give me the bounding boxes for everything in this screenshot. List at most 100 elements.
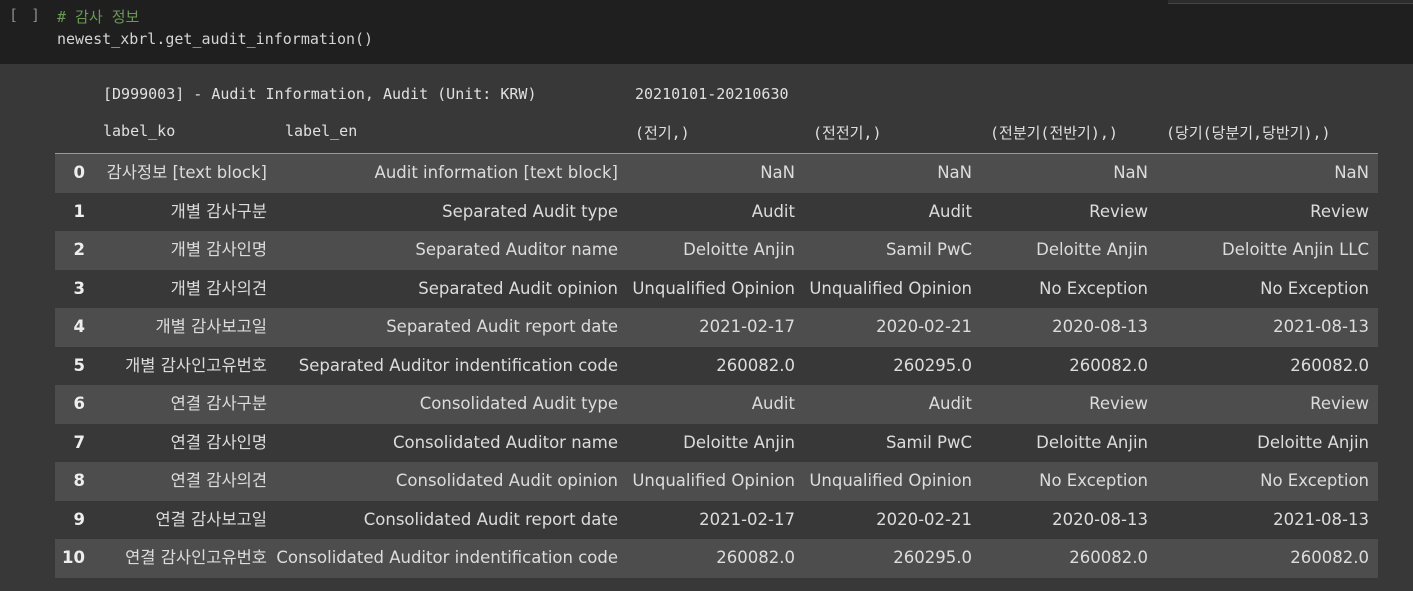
value-cell-prev: 2021-02-17 bbox=[699, 317, 795, 336]
table-row: 3 개별 감사의견 Separated Audit opinion Unqualifi… bbox=[55, 269, 1378, 308]
table-row: 1 개별 감사구분 Separated Audit type Audit Audit Re… bbox=[55, 192, 1378, 231]
table-row: 7 연결 감사인명 Consolidated Auditor name Deloitt… bbox=[55, 423, 1378, 462]
value-cell-prev-prev: Unqualified Opinion bbox=[809, 471, 972, 490]
value-cell-current: Deloitte Anjin LLC bbox=[1222, 240, 1369, 259]
table-row: 5 개별 감사인고유번호 Separated Auditor indentifica… bbox=[55, 346, 1378, 385]
value-cell-prev-quarter: 260082.0 bbox=[1069, 548, 1148, 567]
value-cell-prev-prev: 260295.0 bbox=[893, 548, 972, 567]
label-en-cell: Separated Audit report date bbox=[386, 317, 618, 336]
value-cell-prev-quarter: No Exception bbox=[1039, 278, 1148, 298]
audit-table: 0 감사정보 [text block] Audit information [tex… bbox=[55, 153, 1378, 578]
label-ko-cell: 연결 감사구분 bbox=[170, 394, 267, 413]
value-cell-prev-quarter: No Exception bbox=[1039, 471, 1148, 490]
value-cell-current: No Exception bbox=[1260, 471, 1369, 490]
value-cell-prev: 260082.0 bbox=[716, 548, 795, 567]
row-index: 8 bbox=[73, 471, 85, 490]
table-body: 0 감사정보 [text block] Audit information [tex… bbox=[55, 154, 1378, 578]
value-cell-current: Review bbox=[1310, 394, 1369, 413]
cell-output: [D999003] - Audit Information, Audit (Un… bbox=[0, 64, 1413, 591]
label-ko-cell: 연결 감사인명 bbox=[170, 432, 267, 452]
label-en-cell: Separated Audit opinion bbox=[418, 278, 618, 298]
label-en-cell: Audit information [text block] bbox=[374, 163, 618, 182]
output-title: [D999003] - Audit Information, Audit (Un… bbox=[103, 85, 537, 103]
column-header-prev-quarter: (전분기(전반기),) bbox=[990, 124, 1118, 142]
label-ko-cell: 개별 감사보고일 bbox=[155, 317, 267, 336]
row-index: 10 bbox=[62, 548, 85, 567]
row-index: 5 bbox=[73, 355, 85, 375]
value-cell-current: 2021-08-13 bbox=[1273, 509, 1369, 529]
row-index: 9 bbox=[73, 509, 85, 529]
label-ko-cell: 개별 감사구분 bbox=[170, 201, 267, 221]
value-cell-current: Review bbox=[1310, 201, 1369, 221]
value-cell-prev: Deloitte Anjin bbox=[683, 240, 795, 259]
code-call[interactable]: newest_xbrl.get_audit_information() bbox=[57, 30, 373, 48]
row-index: 2 bbox=[73, 240, 85, 259]
label-en-cell: Separated Auditor indentification code bbox=[298, 355, 618, 375]
value-cell-prev: Audit bbox=[751, 394, 795, 413]
value-cell-current: 2021-08-13 bbox=[1273, 317, 1369, 336]
table-row: 4 개별 감사보고일 Separated Audit report date 2021… bbox=[55, 308, 1378, 347]
label-ko-cell: 감사정보 [text block] bbox=[106, 163, 267, 182]
value-cell-prev-prev: Audit bbox=[928, 201, 972, 221]
value-cell-prev-quarter: Review bbox=[1089, 201, 1148, 221]
label-en-cell: Separated Audit type bbox=[442, 201, 618, 221]
value-cell-prev-prev: Samil PwC bbox=[885, 432, 972, 452]
row-index: 4 bbox=[73, 317, 85, 336]
value-cell-prev-prev: Samil PwC bbox=[885, 240, 972, 259]
row-index: 7 bbox=[73, 432, 85, 452]
value-cell-prev-quarter: NaN bbox=[1113, 163, 1148, 182]
value-cell-prev-prev: 2020-02-21 bbox=[876, 317, 972, 336]
value-cell-prev: 2021-02-17 bbox=[699, 509, 795, 529]
value-cell-prev-prev: Audit bbox=[928, 394, 972, 413]
table-row: 2 개별 감사인명 Separated Auditor name Deloitte A… bbox=[55, 231, 1378, 270]
label-ko-cell: 개별 감사인명 bbox=[170, 240, 267, 259]
column-header-label-ko: label_ko bbox=[103, 122, 176, 140]
table-row: 8 연결 감사의견 Consolidated Audit opinion Unqual… bbox=[55, 462, 1378, 501]
table-row: 6 연결 감사구분 Consolidated Audit type Audit Audi… bbox=[55, 385, 1378, 424]
value-cell-current: No Exception bbox=[1260, 278, 1369, 298]
value-cell-prev-quarter: Review bbox=[1089, 394, 1148, 413]
value-cell-prev-prev: NaN bbox=[937, 163, 972, 182]
value-cell-prev-quarter: Deloitte Anjin bbox=[1036, 240, 1148, 259]
row-index: 0 bbox=[73, 163, 85, 182]
label-ko-cell: 개별 감사의견 bbox=[170, 278, 267, 298]
code-comment[interactable]: # 감사 정보 bbox=[57, 6, 139, 27]
label-ko-cell: 연결 감사보고일 bbox=[155, 509, 267, 529]
label-ko-cell: 개별 감사인고유번호 bbox=[125, 355, 267, 375]
output-period: 20210101-20210630 bbox=[635, 85, 789, 103]
label-ko-cell: 연결 감사인고유번호 bbox=[125, 548, 267, 567]
value-cell-prev: Deloitte Anjin bbox=[683, 432, 795, 452]
value-cell-current: Deloitte Anjin bbox=[1257, 432, 1369, 452]
label-en-cell: Consolidated Auditor indentification cod… bbox=[276, 548, 618, 567]
value-cell-prev: Audit bbox=[751, 201, 795, 221]
value-cell-prev: NaN bbox=[760, 163, 795, 182]
row-index: 6 bbox=[73, 394, 85, 413]
table-row: 0 감사정보 [text block] Audit information [tex… bbox=[55, 154, 1378, 193]
value-cell-prev-prev: Unqualified Opinion bbox=[809, 278, 972, 298]
label-en-cell: Consolidated Audit report date bbox=[363, 509, 618, 529]
value-cell-prev: Unqualified Opinion bbox=[632, 471, 795, 490]
value-cell-prev-quarter: 2020-08-13 bbox=[1052, 509, 1148, 529]
value-cell-prev-prev: 260295.0 bbox=[893, 355, 972, 375]
code-cell[interactable]: [ ] # 감사 정보 newest_xbrl.get_audit_inform… bbox=[0, 0, 1413, 64]
value-cell-prev-quarter: 2020-08-13 bbox=[1052, 317, 1148, 336]
column-header-prev-prev: (전전기,) bbox=[813, 124, 882, 142]
row-index: 1 bbox=[73, 201, 85, 221]
value-cell-prev-prev: 2020-02-21 bbox=[876, 509, 972, 529]
column-header-prev: (전기,) bbox=[635, 124, 690, 142]
row-index: 3 bbox=[73, 278, 85, 298]
label-en-cell: Consolidated Auditor name bbox=[392, 432, 618, 452]
table-row: 10 연결 감사인고유번호 Consolidated Auditor indenti… bbox=[55, 539, 1378, 578]
column-header-current: (당기(당분기,당반기),) bbox=[1166, 124, 1331, 142]
run-cell-button[interactable]: [ ] bbox=[9, 6, 42, 24]
column-header-label-en: label_en bbox=[285, 122, 358, 140]
label-en-cell: Consolidated Audit type bbox=[419, 394, 618, 413]
table-row: 9 연결 감사보고일 Consolidated Audit report date 2… bbox=[55, 500, 1378, 539]
label-en-cell: Consolidated Audit opinion bbox=[395, 471, 618, 490]
value-cell-prev: Unqualified Opinion bbox=[632, 278, 795, 298]
value-cell-current: 260082.0 bbox=[1290, 355, 1369, 375]
top-scrollbar[interactable] bbox=[1168, 0, 1413, 4]
value-cell-current: 260082.0 bbox=[1290, 548, 1369, 567]
value-cell-prev-quarter: Deloitte Anjin bbox=[1036, 432, 1148, 452]
value-cell-prev-quarter: 260082.0 bbox=[1069, 355, 1148, 375]
